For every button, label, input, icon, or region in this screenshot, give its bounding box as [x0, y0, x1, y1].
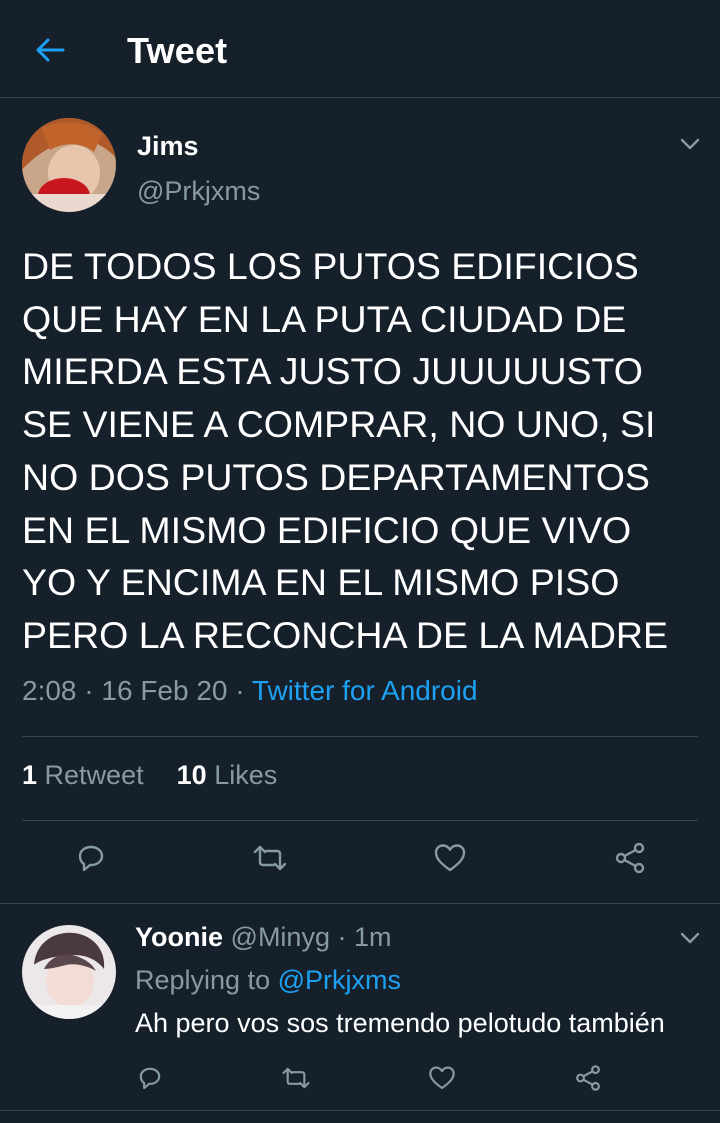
reply-age: 1m: [354, 922, 392, 952]
tweet-stats: 1 Retweet 10 Likes: [22, 760, 277, 791]
share-icon: [615, 842, 645, 874]
replying-to-link[interactable]: @Prkjxms: [278, 965, 401, 995]
likes-stat[interactable]: 10 Likes: [177, 760, 278, 790]
author-name[interactable]: Jims: [137, 131, 199, 162]
replying-prefix: Replying to: [135, 965, 271, 995]
avatar[interactable]: [22, 118, 116, 212]
meta-dot: ·: [337, 922, 347, 952]
page-title: Tweet: [127, 30, 228, 71]
like-label: Likes: [214, 760, 278, 790]
retweet-icon: [282, 1067, 310, 1089]
like-icon: [429, 1066, 455, 1090]
reply-actions: [0, 1058, 720, 1098]
reply-author-handle[interactable]: @Minyg: [231, 922, 330, 952]
reply-author-name[interactable]: Yoonie: [135, 922, 223, 952]
separator: [0, 903, 720, 904]
retweet-label: Retweet: [44, 760, 144, 790]
reply-header: Yoonie @Minyg · 1m: [135, 922, 392, 953]
top-bar: Tweet: [0, 0, 720, 98]
share-button[interactable]: [610, 838, 650, 878]
retweets-stat[interactable]: 1 Retweet: [22, 760, 144, 790]
meta-dot: ·: [84, 675, 102, 706]
chevron-down-icon[interactable]: [678, 132, 702, 156]
reply-text: Ah pero vos sos tremendo pelotudo tambié…: [135, 1008, 665, 1038]
chevron-down-icon[interactable]: [678, 926, 702, 950]
like-button[interactable]: [422, 1058, 462, 1098]
back-arrow-icon: [36, 38, 65, 62]
like-icon: [434, 844, 466, 872]
reply-button[interactable]: [130, 1058, 170, 1098]
tweet-text: DE TODOS LOS PUTOS EDIFICIOS QUE HAY EN …: [22, 245, 669, 656]
share-icon: [576, 1065, 600, 1091]
retweet-icon: [253, 845, 287, 871]
tweet-source-link[interactable]: Twitter for Android: [252, 675, 478, 706]
retweet-count: 1: [22, 760, 38, 790]
reply-button[interactable]: [71, 838, 111, 878]
separator: [0, 1110, 720, 1111]
divider: [22, 820, 698, 821]
divider: [22, 736, 698, 737]
retweet-button[interactable]: [250, 838, 290, 878]
tweet-meta: 2:08 · 16 Feb 20 · Twitter for Android: [22, 675, 478, 707]
tweet-actions: [0, 838, 720, 884]
reply-icon: [139, 1067, 161, 1090]
like-button[interactable]: [430, 838, 470, 878]
reply-icon: [78, 845, 104, 872]
tweet-time: 2:08: [22, 675, 77, 706]
meta-dot: ·: [235, 675, 252, 706]
author-handle[interactable]: @Prkjxms: [137, 176, 260, 207]
like-count: 10: [176, 760, 207, 790]
reply-avatar[interactable]: [22, 925, 116, 1019]
back-button[interactable]: [30, 32, 70, 68]
retweet-button[interactable]: [276, 1058, 316, 1098]
share-button[interactable]: [568, 1058, 608, 1098]
tweet-date: 16 Feb 20: [101, 675, 228, 706]
replying-to: Replying to @Prkjxms: [135, 965, 401, 996]
